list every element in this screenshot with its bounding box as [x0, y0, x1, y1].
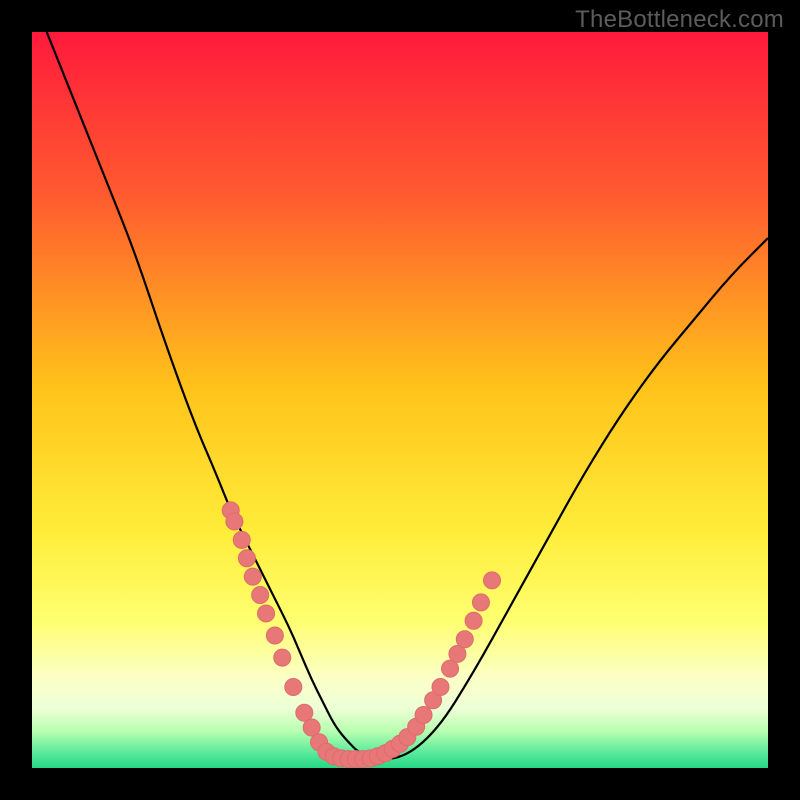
data-point [285, 679, 302, 696]
data-point [415, 707, 432, 724]
watermark-text: TheBottleneck.com [575, 6, 784, 34]
data-point [484, 572, 501, 589]
curve-layer [32, 32, 768, 768]
data-point [233, 531, 250, 548]
data-point [226, 513, 243, 530]
bottleneck-curve [47, 32, 768, 759]
data-point [252, 587, 269, 604]
data-point [432, 679, 449, 696]
data-point [465, 612, 482, 629]
data-point [274, 649, 291, 666]
data-point [258, 605, 275, 622]
data-point [472, 594, 489, 611]
data-point [244, 568, 261, 585]
data-point [238, 550, 255, 567]
data-point [266, 627, 283, 644]
chart-frame: TheBottleneck.com [0, 0, 800, 800]
plot-area [32, 32, 768, 768]
data-point [456, 631, 473, 648]
